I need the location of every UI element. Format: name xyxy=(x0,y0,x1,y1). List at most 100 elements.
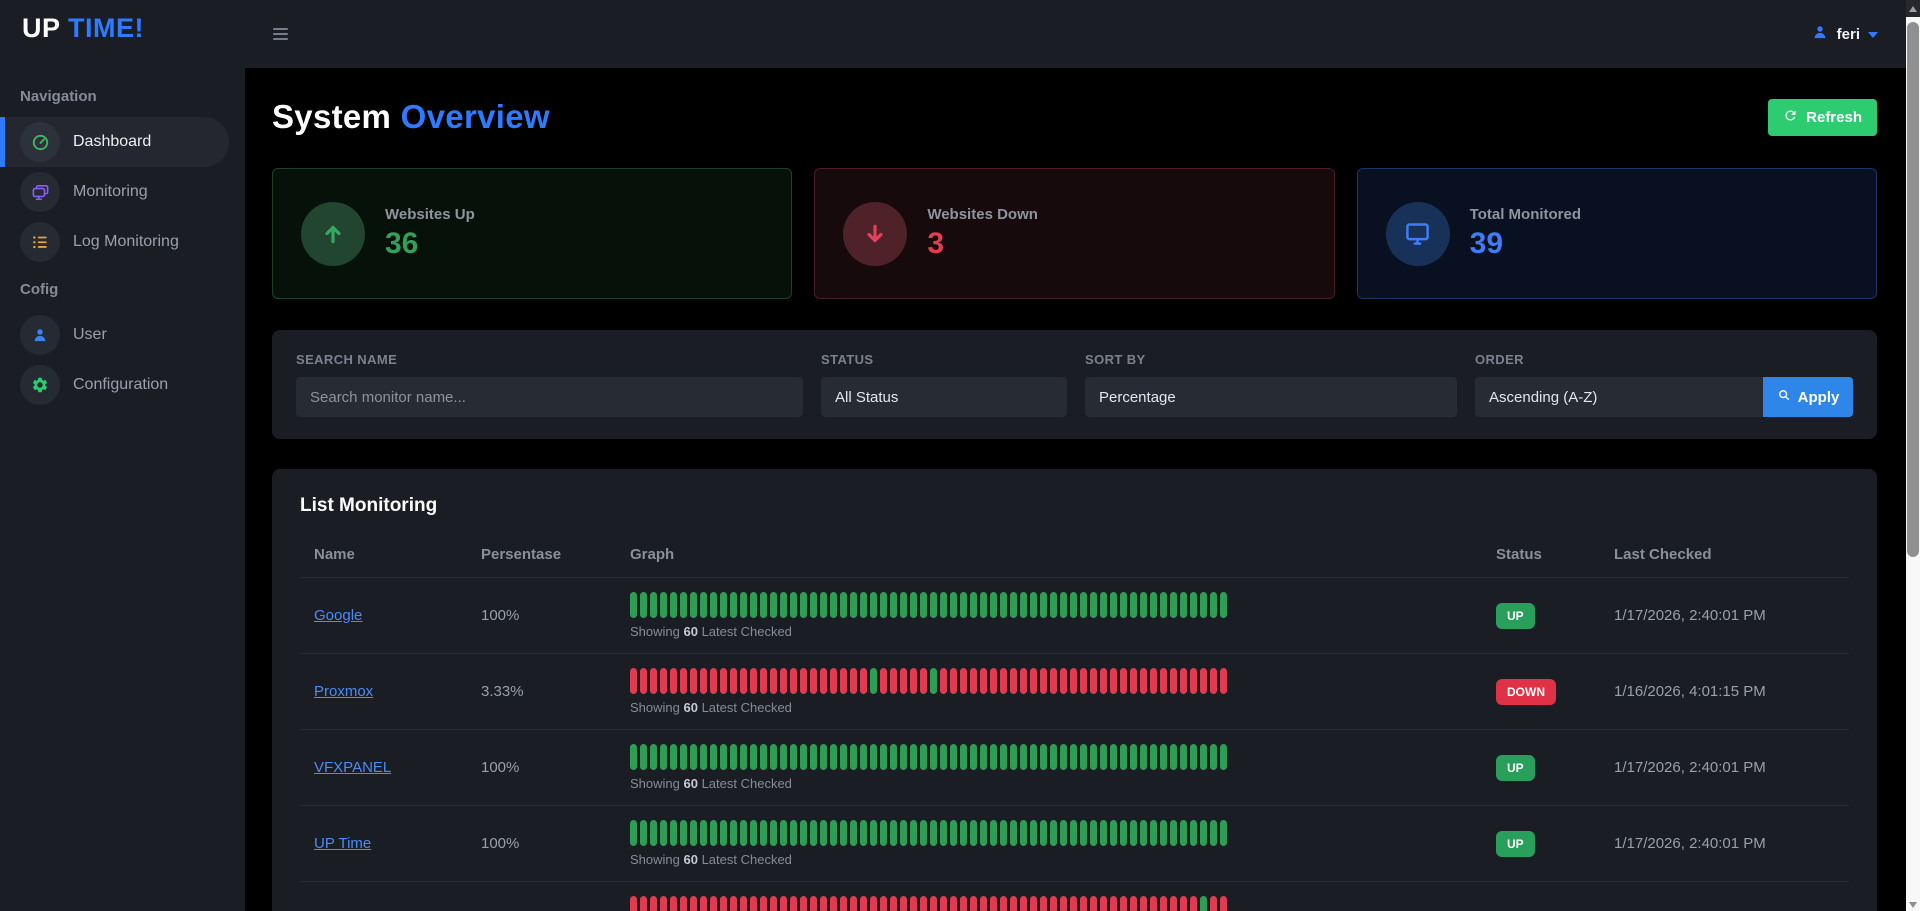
up-bar xyxy=(850,820,857,846)
down-bar xyxy=(1010,668,1017,694)
graph-caption: Showing 60 Latest Checked xyxy=(630,624,1496,639)
refresh-button[interactable]: Refresh xyxy=(1768,99,1877,136)
up-bar xyxy=(840,744,847,770)
up-bar xyxy=(1170,592,1177,618)
sidebar-item-configuration[interactable]: Configuration xyxy=(0,360,229,410)
username: feri xyxy=(1837,26,1860,43)
up-bar xyxy=(1000,744,1007,770)
up-bar xyxy=(650,592,657,618)
percent-value: 100% xyxy=(481,607,519,624)
search-input[interactable] xyxy=(296,377,803,417)
up-bar xyxy=(830,820,837,846)
down-bar xyxy=(710,896,717,911)
up-bar xyxy=(860,820,867,846)
down-bar xyxy=(870,896,877,911)
sidebar-item-log-monitoring[interactable]: Log Monitoring xyxy=(0,217,229,267)
up-bar xyxy=(1010,820,1017,846)
sidebar-item-dashboard[interactable]: Dashboard xyxy=(0,117,229,167)
up-bar xyxy=(1120,592,1127,618)
down-bar xyxy=(880,896,887,911)
down-bar xyxy=(950,668,957,694)
order-select[interactable]: Ascending (A-Z) xyxy=(1475,377,1763,417)
down-bar xyxy=(920,668,927,694)
down-bar xyxy=(1060,668,1067,694)
up-bar xyxy=(680,820,687,846)
status-label: STATUS xyxy=(821,352,1067,367)
up-bar xyxy=(910,744,917,770)
down-bar xyxy=(1100,668,1107,694)
monitor-link[interactable]: Google xyxy=(314,607,362,624)
down-bar xyxy=(740,896,747,911)
up-bar xyxy=(690,744,697,770)
down-bar xyxy=(1040,668,1047,694)
down-bar xyxy=(1030,668,1037,694)
down-bar xyxy=(910,668,917,694)
up-bar xyxy=(1000,592,1007,618)
uptime-bar-graph xyxy=(630,896,1496,911)
down-bar xyxy=(770,896,777,911)
up-bar xyxy=(820,744,827,770)
up-bar xyxy=(740,592,747,618)
uptime-bar-graph xyxy=(630,820,1496,846)
scrollbar-thumb[interactable] xyxy=(1907,22,1919,557)
up-bar xyxy=(1150,820,1157,846)
down-bar xyxy=(630,668,637,694)
down-bar xyxy=(1080,668,1087,694)
down-bar xyxy=(1100,896,1107,911)
down-bar xyxy=(950,896,957,911)
down-bar xyxy=(790,668,797,694)
up-bar xyxy=(1060,820,1067,846)
up-bar xyxy=(930,592,937,618)
up-bar xyxy=(790,744,797,770)
table-row: Google 100% Showing 60 Latest CheckedUP 1/1… xyxy=(300,577,1849,653)
down-bar xyxy=(840,896,847,911)
up-bar xyxy=(1010,744,1017,770)
down-bar xyxy=(1130,668,1137,694)
up-bar xyxy=(1020,592,1027,618)
up-bar xyxy=(1090,744,1097,770)
down-bar xyxy=(840,668,847,694)
scrollbar-down-arrow[interactable] xyxy=(1909,902,1917,908)
up-bar xyxy=(1130,820,1137,846)
status-select[interactable]: All Status xyxy=(821,377,1067,417)
stat-label: Websites Down xyxy=(927,206,1038,223)
up-bar xyxy=(710,592,717,618)
down-bar xyxy=(1110,668,1117,694)
up-bar xyxy=(760,820,767,846)
up-bar xyxy=(670,744,677,770)
last-checked-value: 1/17/2026, 2:40:01 PM xyxy=(1614,607,1766,624)
list-title: List Monitoring xyxy=(300,495,1849,517)
down-bar xyxy=(850,896,857,911)
up-bar xyxy=(1140,744,1147,770)
monitor-link[interactable]: Proxmox xyxy=(314,683,373,700)
monitor-link[interactable]: VFXPANEL xyxy=(314,759,391,776)
monitor-link[interactable]: UP Time xyxy=(314,835,371,852)
up-bar xyxy=(720,744,727,770)
up-bar xyxy=(680,744,687,770)
up-bar xyxy=(950,592,957,618)
app-logo[interactable]: UP TIME! xyxy=(0,0,245,44)
sidebar-item-monitoring[interactable]: Monitoring xyxy=(0,167,229,217)
up-bar xyxy=(1140,592,1147,618)
user-menu[interactable]: feri xyxy=(1811,23,1878,46)
sort-by-select[interactable]: Percentage xyxy=(1085,377,1457,417)
down-bar xyxy=(820,668,827,694)
up-bar xyxy=(640,820,647,846)
stat-label: Total Monitored xyxy=(1470,206,1581,223)
up-bar xyxy=(970,592,977,618)
up-bar xyxy=(1220,744,1227,770)
up-bar xyxy=(1030,744,1037,770)
sidebar-item-user[interactable]: User xyxy=(0,310,229,360)
hamburger-menu-icon[interactable] xyxy=(273,25,288,43)
logo-time: TIME! xyxy=(68,13,144,43)
down-bar xyxy=(990,896,997,911)
up-bar xyxy=(740,744,747,770)
status-badge: UP xyxy=(1496,603,1535,629)
scrollbar-up-arrow[interactable] xyxy=(1906,0,1920,17)
down-bar xyxy=(1050,896,1057,911)
up-bar xyxy=(1110,744,1117,770)
down-bar xyxy=(1070,896,1077,911)
up-bar xyxy=(980,592,987,618)
apply-button[interactable]: Apply xyxy=(1763,377,1853,417)
down-bar xyxy=(1130,896,1137,911)
